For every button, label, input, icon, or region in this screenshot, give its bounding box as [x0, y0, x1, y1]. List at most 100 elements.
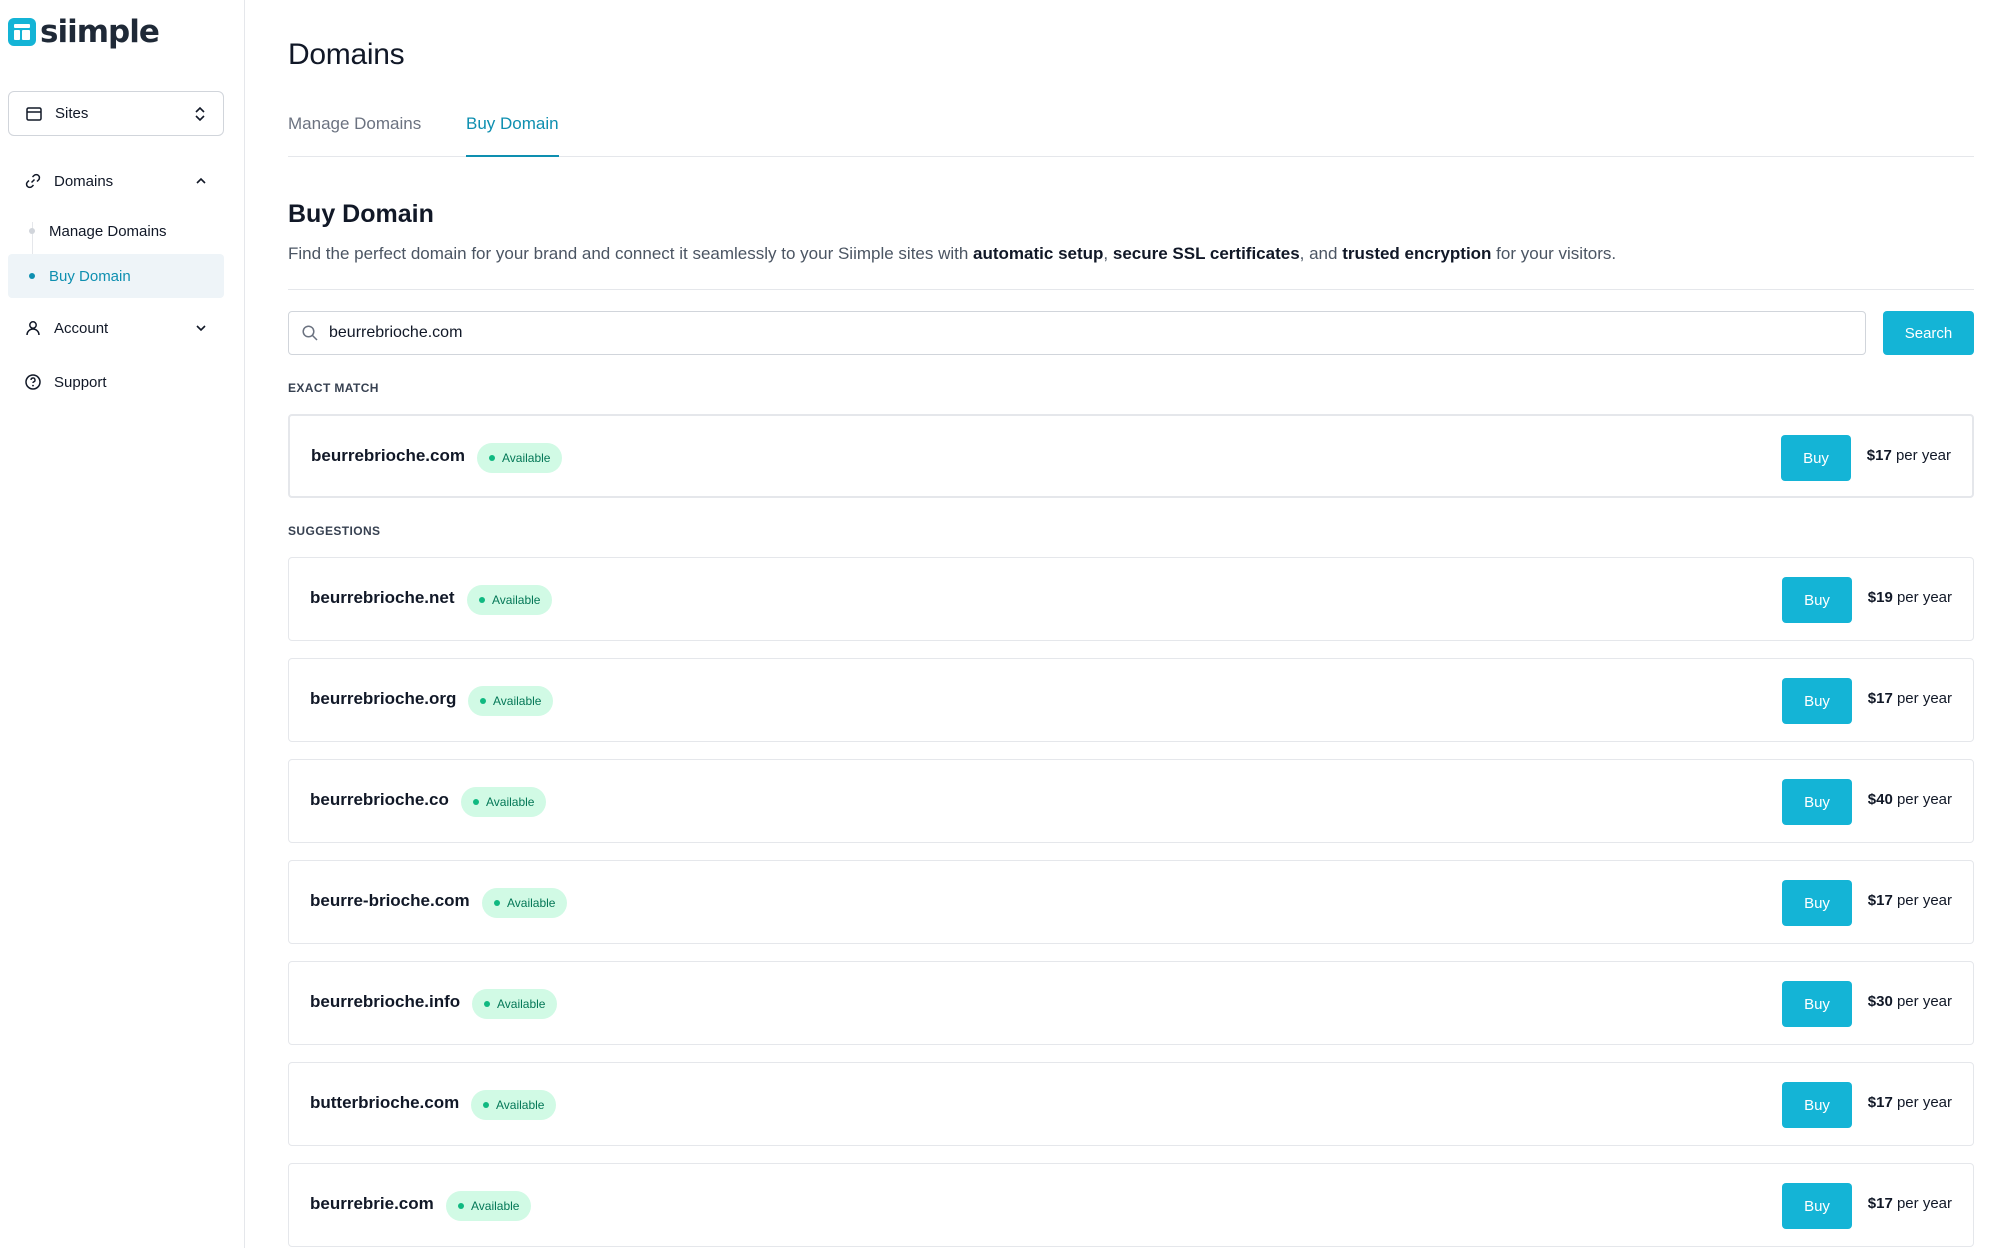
status-badge: Available [472, 989, 558, 1019]
domain-name: beurrebrioche.org [310, 689, 457, 708]
buy-button[interactable]: Buy [1781, 435, 1851, 481]
price-period: per year [1896, 791, 1952, 808]
search-button[interactable]: Search [1883, 311, 1974, 355]
status-badge: Available [446, 1191, 532, 1221]
domain-price: $17 per year [1868, 690, 1952, 707]
status-text: Available [507, 896, 556, 910]
logo-mark-icon [8, 18, 36, 46]
buy-button[interactable]: Buy [1782, 1082, 1852, 1128]
buy-button[interactable]: Buy [1782, 678, 1852, 724]
chevron-up-icon [196, 177, 206, 184]
buy-button[interactable]: Buy [1782, 880, 1852, 926]
sidebar-item-buy-domain[interactable]: Buy Domain [8, 254, 224, 298]
status-badge: Available [468, 686, 554, 716]
status-text: Available [497, 997, 546, 1011]
search-icon [302, 325, 318, 341]
status-badge: Available [461, 787, 547, 817]
sidebar-sub-label: Manage Domains [49, 222, 167, 240]
buy-button[interactable]: Buy [1782, 1183, 1852, 1229]
status-dot-icon [473, 799, 479, 805]
section-description: Find the perfect domain for your brand a… [288, 244, 1617, 263]
price-period: per year [1896, 993, 1952, 1010]
status-dot-icon [479, 597, 485, 603]
domain-name: beurrebrioche.co [310, 790, 449, 809]
status-text: Available [493, 694, 542, 708]
suggestion-card: butterbrioche.com Available Buy $17 per yea… [288, 1062, 1974, 1146]
browser-window-icon [26, 106, 42, 121]
status-dot-icon [480, 698, 486, 704]
domain-search-field[interactable] [288, 311, 1866, 355]
tab-manage-domains[interactable]: Manage Domains [288, 114, 421, 157]
status-text: Available [486, 795, 535, 809]
price-period: per year [1896, 589, 1952, 606]
exact-match-card: beurrebrioche.com Available Buy $17 per yea… [288, 414, 1974, 498]
suggestion-card: beurrebrioche.org Available Buy $17 per yea… [288, 658, 1974, 742]
site-select[interactable]: Sites [8, 91, 224, 136]
status-dot-icon [458, 1203, 464, 1209]
chevron-up-down-icon [195, 106, 205, 121]
status-text: Available [496, 1098, 545, 1112]
page-title: Domains [288, 38, 405, 71]
domain-price: $40 per year [1868, 791, 1952, 808]
domain-name: beurrebrioche.info [310, 992, 461, 1011]
sidebar-item-label: Domains [54, 172, 114, 190]
price-amount: $17 [1867, 1195, 1893, 1212]
price-amount: $19 [1867, 589, 1893, 606]
domain-name: beurrebrioche.com [311, 446, 465, 465]
status-dot-icon [484, 1001, 490, 1007]
sidebar-item-account[interactable]: Account [8, 308, 224, 348]
domain-price: $17 per year [1868, 1094, 1952, 1111]
domain-name: beurrebrioche.net [310, 588, 455, 607]
price-period: per year [1896, 1094, 1952, 1111]
status-text: Available [502, 451, 551, 465]
status-badge: Available [477, 443, 563, 473]
status-dot-icon [483, 1102, 489, 1108]
suggestion-card: beurrebrioche.net Available Buy $19 per yea… [288, 557, 1974, 641]
status-text: Available [471, 1199, 520, 1213]
sidebar-item-label: Support [54, 373, 107, 391]
site-select-label: Sites [55, 105, 89, 122]
domain-price: $30 per year [1868, 993, 1952, 1010]
exact-match-label: EXACT MATCH [288, 381, 379, 395]
sidebar-item-support[interactable]: Support [8, 362, 224, 402]
domain-name: butterbrioche.com [310, 1093, 460, 1112]
price-amount: $17 [1867, 892, 1893, 909]
buy-button[interactable]: Buy [1782, 577, 1852, 623]
logo[interactable]: siimple [8, 14, 160, 50]
domain-name: beurrebrie.com [310, 1194, 434, 1213]
status-dot-icon [489, 455, 495, 461]
buy-button[interactable]: Buy [1782, 981, 1852, 1027]
price-period: per year [1895, 447, 1951, 464]
status-badge: Available [471, 1090, 557, 1120]
domain-price: $19 per year [1868, 589, 1952, 606]
status-dot-icon [494, 900, 500, 906]
suggestion-card: beurrebrie.com Available Buy $17 per year [288, 1163, 1974, 1247]
price-amount: $17 [1866, 447, 1892, 464]
suggestion-card: beurrebrioche.co Available Buy $40 per year [288, 759, 1974, 843]
status-badge: Available [467, 585, 553, 615]
nav-dot [29, 228, 35, 234]
buy-button[interactable]: Buy [1782, 779, 1852, 825]
tab-buy-domain[interactable]: Buy Domain [466, 114, 559, 157]
sidebar-item-manage-domains[interactable]: Manage Domains [8, 209, 224, 253]
suggestion-card: beurre-brioche.com Available Buy $17 per ye… [288, 860, 1974, 944]
sidebar-item-label: Account [54, 319, 109, 337]
sidebar-sub-label: Buy Domain [49, 267, 131, 285]
price-period: per year [1896, 892, 1952, 909]
user-icon [26, 321, 40, 336]
domain-search-input[interactable] [329, 324, 1829, 342]
sidebar: siimple Sites Domains Manage Domains Buy… [0, 0, 245, 1248]
suggestions-label: SUGGESTIONS [288, 524, 381, 538]
link-icon [25, 173, 41, 189]
logo-text: siimple [40, 14, 160, 50]
domain-name: beurre-brioche.com [310, 891, 470, 910]
domain-price: $17 per year [1868, 892, 1952, 909]
sidebar-item-domains[interactable]: Domains [8, 161, 224, 201]
tab-bar: Manage Domains Buy Domain [288, 104, 1974, 157]
status-badge: Available [482, 888, 568, 918]
domain-price: $17 per year [1868, 1195, 1952, 1212]
price-period: per year [1896, 690, 1952, 707]
help-circle-icon [25, 374, 41, 390]
price-amount: $17 [1867, 690, 1893, 707]
price-amount: $17 [1867, 1094, 1893, 1111]
